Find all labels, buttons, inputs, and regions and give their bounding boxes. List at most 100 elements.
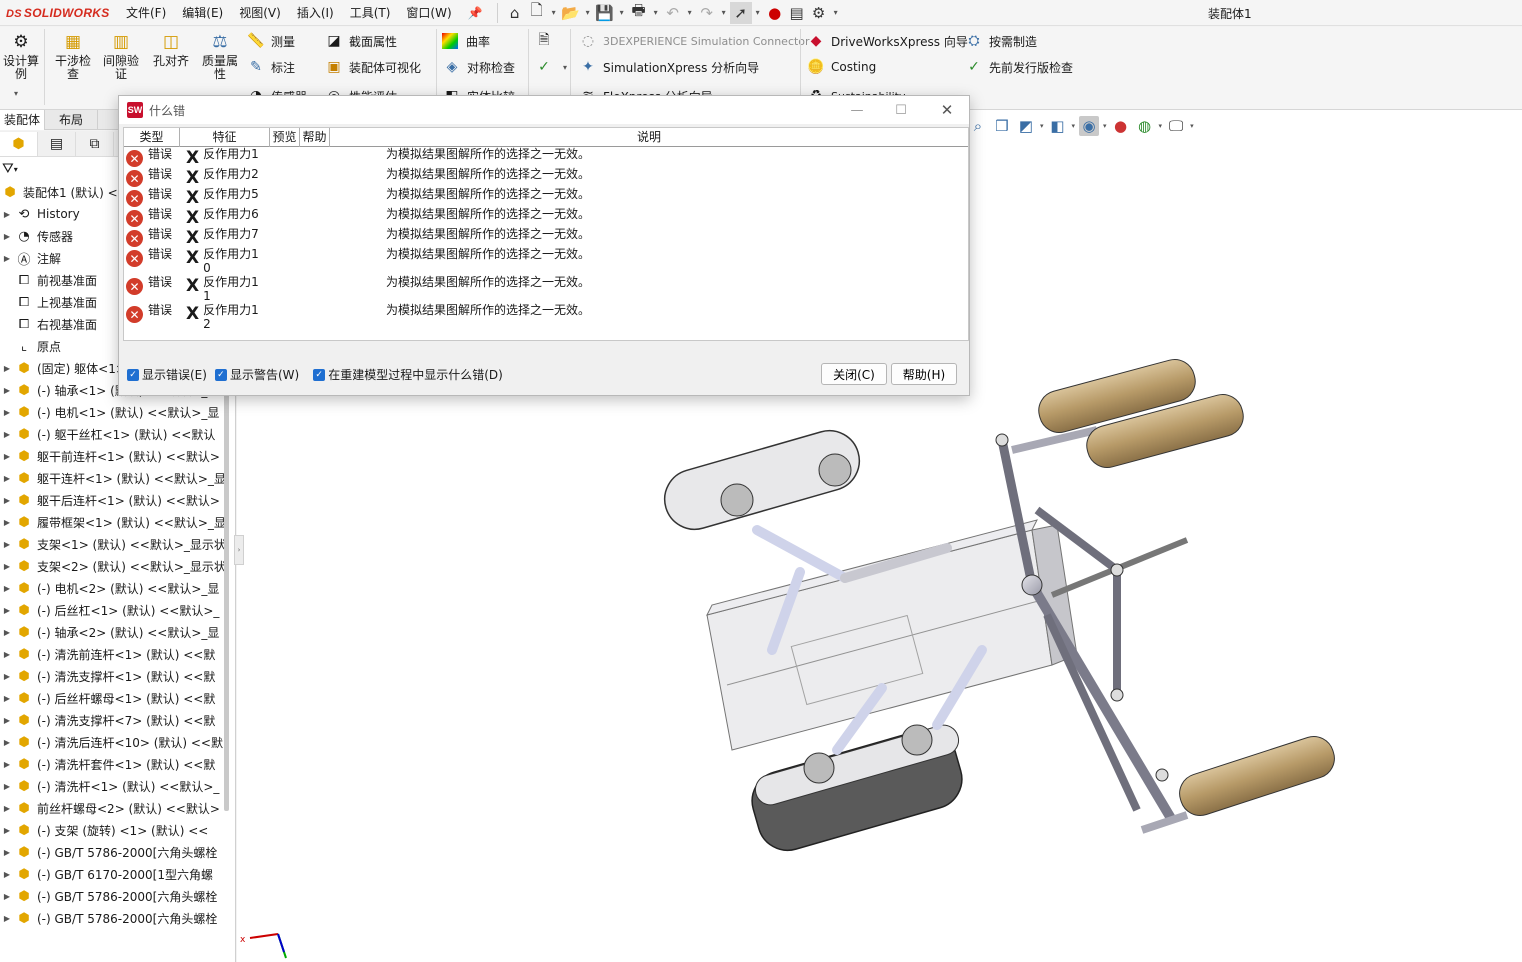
tree-component[interactable]: ▶ ⬢ (-) 清洗杆套件<1> (默认) <<默	[0, 753, 235, 775]
chevron-down-icon[interactable]: ▾	[1072, 122, 1076, 130]
previous-view-icon[interactable]: ❒	[992, 116, 1012, 136]
apply-scene-icon[interactable]: ◍	[1135, 116, 1155, 136]
error-row[interactable]: ✕ 错误 X 反作用力11 为模拟结果图解所作的选择之一无效。	[124, 275, 968, 303]
chevron-down-icon[interactable]: ▾	[650, 8, 662, 17]
show-warnings-checkbox[interactable]: ✓ 显示警告(W)	[214, 366, 299, 383]
feature-tree-tab-icon[interactable]: ⬢	[0, 131, 38, 156]
expand-icon[interactable]: ▶	[0, 848, 14, 857]
col-preview[interactable]: 预览	[270, 128, 300, 147]
driveworksxpress-button[interactable]: ◆ DriveWorksXpress 向导	[806, 31, 968, 51]
open-icon[interactable]: 📂	[560, 2, 582, 24]
expand-icon[interactable]: ▶	[0, 386, 14, 395]
show-during-rebuild-checkbox[interactable]: ✓ 在重建模型过程中显示什么错(D)	[313, 366, 503, 383]
section-view-icon[interactable]: ◩	[1016, 116, 1036, 136]
tree-component[interactable]: ▶ ⬢ 前丝杆螺母<2> (默认) <<默认>	[0, 797, 235, 819]
close-button[interactable]: 关闭(C)	[821, 363, 887, 385]
menu-view[interactable]: 视图(V)	[231, 0, 289, 26]
chevron-down-icon[interactable]: ▾	[582, 8, 594, 17]
tab-layout[interactable]: 布局	[45, 110, 99, 130]
symmetry-check-button[interactable]: ◈ 对称检查	[442, 57, 515, 77]
mass-properties-button[interactable]: ⚖ 质量属性	[196, 31, 244, 81]
error-row[interactable]: ✕ 错误 X 反作用力2 为模拟结果图解所作的选择之一无效。	[124, 167, 968, 187]
tree-component[interactable]: ▶ ⬢ (-) GB/T 5786-2000[六角头螺栓	[0, 907, 235, 929]
expand-icon[interactable]: ▶	[0, 738, 14, 747]
hole-alignment-button[interactable]: ◫ 孔对齐	[146, 31, 196, 68]
menu-tools[interactable]: 工具(T)	[342, 0, 399, 26]
expand-icon[interactable]: ▶	[0, 914, 14, 923]
error-row[interactable]: ✕ 错误 X 反作用力12 为模拟结果图解所作的选择之一无效。	[124, 303, 968, 331]
tab-assembly[interactable]: 装配体	[0, 110, 46, 130]
tree-scrollbar[interactable]	[224, 391, 229, 811]
tree-component[interactable]: ▶ ⬢ (-) GB/T 6170-2000[1型六角螺	[0, 863, 235, 885]
pin-icon[interactable]: 📌	[460, 6, 491, 20]
tree-component[interactable]: ▶ ⬢ 履带框架<1> (默认) <<默认>_显	[0, 511, 235, 533]
curvature-button[interactable]: 曲率	[442, 31, 490, 51]
error-row[interactable]: ✕ 错误 X 反作用力5 为模拟结果图解所作的选择之一无效。	[124, 187, 968, 207]
expand-icon[interactable]: ▶	[0, 254, 14, 263]
print-icon[interactable]: 🖶	[628, 1, 650, 24]
chevron-down-icon[interactable]: ▾	[830, 8, 842, 17]
chevron-down-icon[interactable]: ▾	[1190, 122, 1194, 130]
chevron-down-icon[interactable]: ▾	[718, 8, 730, 17]
expand-icon[interactable]: ▶	[0, 892, 14, 901]
make-on-demand-button[interactable]: ⛭ 按需制造	[964, 31, 1037, 51]
expand-icon[interactable]: ▶	[0, 650, 14, 659]
expand-icon[interactable]: ▶	[0, 562, 14, 571]
chevron-down-icon[interactable]: ▾	[616, 8, 628, 17]
tree-component[interactable]: ▶ ⬢ (-) 清洗杆<1> (默认) <<默认>_	[0, 775, 235, 797]
menu-window[interactable]: 窗口(W)	[398, 0, 459, 26]
3dx-sim-connector-button[interactable]: ◌ 3DEXPERIENCE Simulation Connector	[578, 31, 810, 51]
menu-insert[interactable]: 插入(I)	[289, 0, 342, 26]
check-button[interactable]: 🗎	[534, 31, 559, 51]
chevron-down-icon[interactable]: ▾	[1103, 122, 1107, 130]
expand-icon[interactable]: ▶	[0, 716, 14, 725]
expand-icon[interactable]: ▶	[0, 518, 14, 527]
tree-component[interactable]: ▶ ⬢ 支架<2> (默认) <<默认>_显示状	[0, 555, 235, 577]
home-icon[interactable]: ⌂	[504, 2, 526, 24]
config-manager-tab-icon[interactable]: ⧉	[76, 131, 114, 156]
tree-component[interactable]: ▶ ⬢ (-) GB/T 5786-2000[六角头螺栓	[0, 841, 235, 863]
col-description[interactable]: 说明	[330, 128, 968, 147]
tree-component[interactable]: ▶ ⬢ (-) 清洗后连杆<10> (默认) <<默	[0, 731, 235, 753]
solidworks-logo[interactable]: DS SOLIDWORKS	[0, 6, 118, 20]
design-study-button[interactable]: ⚙ 设计算例	[0, 31, 42, 81]
costing-button[interactable]: 🪙 Costing	[806, 57, 876, 77]
tree-component[interactable]: ▶ ⬢ 躯干前连杆<1> (默认) <<默认>	[0, 445, 235, 467]
tree-component[interactable]: ▶ ⬢ (-) GB/T 5786-2000[六角头螺栓	[0, 885, 235, 907]
tree-component[interactable]: ▶ ⬢ (-) 支架 (旋转) <1> (默认) <<	[0, 819, 235, 841]
error-row[interactable]: ✕ 错误 X 反作用力1 为模拟结果图解所作的选择之一无效。	[124, 147, 968, 167]
edit-appearance-icon[interactable]: ●	[1111, 116, 1131, 136]
chevron-down-icon[interactable]: ▾	[14, 89, 18, 98]
markup-button[interactable]: ✎ 标注	[246, 57, 295, 77]
expand-icon[interactable]: ▶	[0, 430, 14, 439]
help-button[interactable]: 帮助(H)	[891, 363, 957, 385]
tree-component[interactable]: ▶ ⬢ (-) 后丝杠<1> (默认) <<默认>_	[0, 599, 235, 621]
chevron-down-icon[interactable]: ▾	[1040, 122, 1044, 130]
select-icon[interactable]: ➚	[729, 1, 752, 24]
error-row[interactable]: ✕ 错误 X 反作用力7 为模拟结果图解所作的选择之一无效。	[124, 227, 968, 247]
measure-button[interactable]: 📏 测量	[246, 31, 295, 51]
expand-icon[interactable]: ▶	[0, 232, 14, 241]
tree-component[interactable]: ▶ ⬢ (-) 清洗支撑杆<1> (默认) <<默	[0, 665, 235, 687]
col-feature[interactable]: 特征	[180, 128, 270, 147]
section-props-button[interactable]: ◪ 截面属性	[324, 31, 397, 51]
close-icon[interactable]: ✕	[931, 99, 963, 121]
chevron-down-icon[interactable]: ▾	[684, 8, 696, 17]
expand-icon[interactable]: ▶	[0, 606, 14, 615]
undo-icon[interactable]: ↶	[662, 2, 684, 24]
expand-icon[interactable]: ▶	[0, 694, 14, 703]
view-settings-icon[interactable]: 🖵	[1166, 116, 1186, 136]
file-props-icon[interactable]: ▤	[786, 2, 808, 24]
expand-icon[interactable]: ▶	[0, 826, 14, 835]
expand-icon[interactable]: ▶	[0, 364, 14, 373]
expand-icon[interactable]: ▶	[0, 782, 14, 791]
import-diagnostics-button[interactable]: ✓ ▾	[534, 57, 571, 77]
property-manager-tab-icon[interactable]: ▤	[38, 131, 76, 156]
interference-check-button[interactable]: ▦ 干涉检查	[50, 31, 96, 81]
error-row[interactable]: ✕ 错误 X 反作用力10 为模拟结果图解所作的选择之一无效。	[124, 247, 968, 275]
expand-icon[interactable]: ▶	[0, 210, 14, 219]
tree-component[interactable]: ▶ ⬢ (-) 躯干丝杠<1> (默认) <<默认	[0, 423, 235, 445]
error-row[interactable]: ✕ 错误 X 反作用力6 为模拟结果图解所作的选择之一无效。	[124, 207, 968, 227]
expand-icon[interactable]: ▶	[0, 584, 14, 593]
expand-icon[interactable]: ▶	[0, 496, 14, 505]
